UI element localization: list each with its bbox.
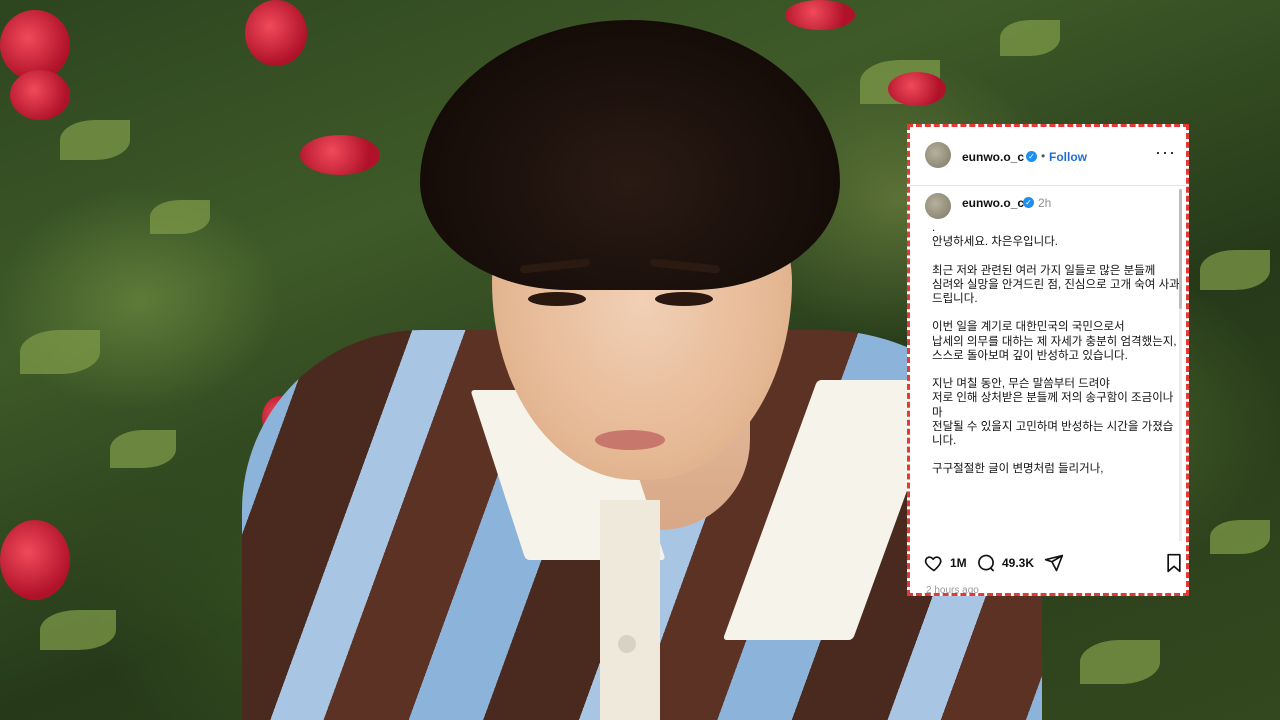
eye-left: [528, 292, 586, 306]
post-timestamp: 2 hours ago: [926, 585, 979, 596]
bookmark-icon[interactable]: [1165, 553, 1183, 578]
verified-badge-icon: ✓: [1026, 151, 1037, 162]
foliage: [40, 610, 116, 650]
like-count: 1M: [950, 556, 967, 570]
comment-count: 49.3K: [1002, 556, 1035, 570]
caption-username[interactable]: eunwo.o_c: [962, 196, 1024, 210]
header-username[interactable]: eunwo.o_c: [962, 150, 1024, 164]
heart-icon[interactable]: [924, 553, 944, 578]
foliage: [110, 430, 176, 468]
follow-button[interactable]: Follow: [1049, 150, 1087, 164]
foliage: [1210, 520, 1270, 554]
lips: [595, 430, 665, 450]
more-options-icon[interactable]: ···: [1155, 142, 1176, 163]
post-actions: 1M 49.3K: [910, 547, 1186, 579]
hair: [420, 20, 840, 290]
foliage: [150, 200, 210, 234]
comment-icon[interactable]: [976, 553, 996, 578]
shirt-placket: [600, 500, 660, 720]
caption-text: . 안녕하세요. 차은우입니다. 최근 저와 관련된 여러 가지 일들로 많은 …: [932, 222, 1180, 476]
rose: [10, 70, 70, 120]
shirt-button: [618, 635, 636, 653]
foliage: [1080, 640, 1160, 684]
post-header: eunwo.o_c ✓ • Follow ···: [910, 127, 1186, 186]
foliage: [60, 120, 130, 160]
profile-avatar[interactable]: [925, 142, 951, 168]
rose: [0, 520, 70, 600]
caption-avatar[interactable]: [925, 193, 951, 219]
share-icon[interactable]: [1044, 553, 1064, 578]
foliage: [20, 330, 100, 374]
separator: •: [1041, 149, 1046, 163]
verified-badge-icon: ✓: [1023, 197, 1034, 208]
eye-right: [655, 292, 713, 306]
caption-time: 2h: [1038, 196, 1052, 210]
scrollbar-thumb[interactable]: [1179, 189, 1182, 309]
foliage: [1200, 250, 1270, 290]
instagram-post-card: eunwo.o_c ✓ • Follow ··· eunwo.o_c ✓ 2h …: [907, 124, 1189, 596]
